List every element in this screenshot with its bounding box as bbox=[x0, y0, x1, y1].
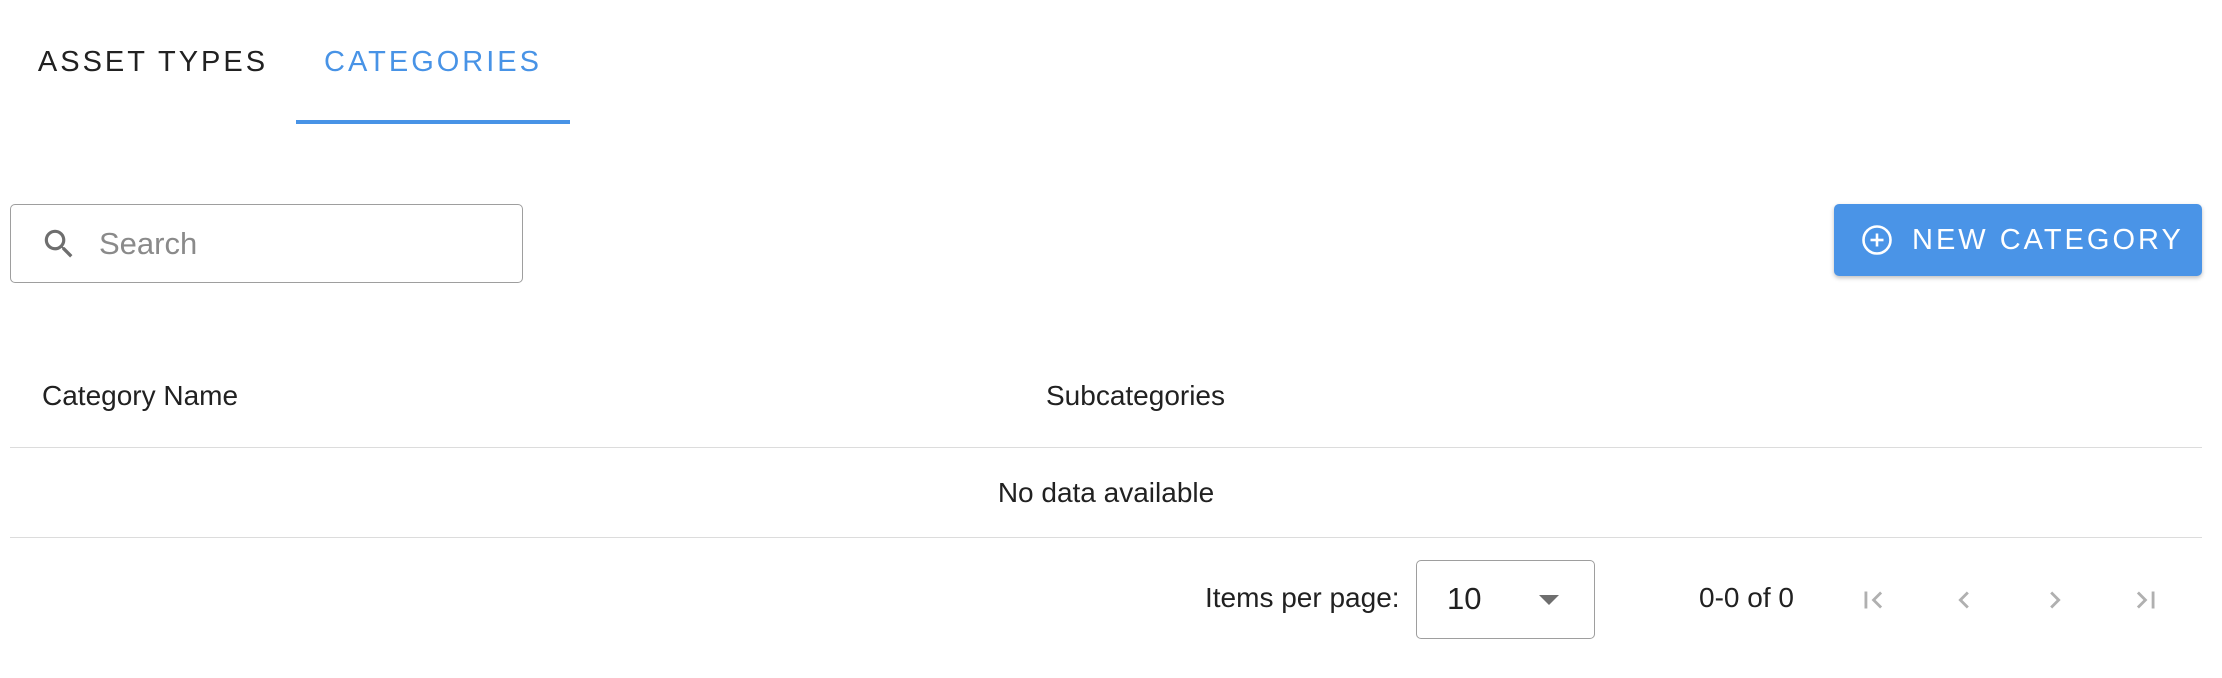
tab-categories-label: CATEGORIES bbox=[324, 45, 542, 78]
new-category-label: NEW CATEGORY bbox=[1912, 223, 2184, 256]
page-range-text: 0-0 of 0 bbox=[1699, 582, 1794, 613]
search-icon bbox=[39, 224, 79, 264]
items-per-page-select[interactable]: 10 bbox=[1416, 560, 1595, 639]
items-per-page-label: Items per page: bbox=[1205, 582, 1400, 613]
empty-message: No data available bbox=[997, 476, 1215, 508]
first-page-icon[interactable] bbox=[1853, 580, 1893, 620]
tab-asset-types[interactable]: ASSET TYPES bbox=[10, 0, 296, 124]
plus-circle-icon bbox=[1860, 223, 1894, 257]
tab-asset-types-label: ASSET TYPES bbox=[37, 45, 269, 78]
items-per-page-value: 10 bbox=[1447, 581, 1482, 616]
search-field[interactable] bbox=[10, 204, 523, 283]
next-page-icon[interactable] bbox=[2035, 580, 2075, 620]
previous-page-icon[interactable] bbox=[1944, 580, 1984, 620]
caret-down-icon bbox=[1539, 595, 1559, 605]
search-input[interactable] bbox=[97, 224, 501, 263]
column-header-category-name[interactable]: Category Name bbox=[42, 380, 238, 412]
tab-bar: ASSET TYPES CATEGORIES bbox=[10, 0, 570, 124]
new-category-button[interactable]: NEW CATEGORY bbox=[1834, 204, 2202, 276]
column-header-subcategories[interactable]: Subcategories bbox=[1046, 380, 1225, 412]
tab-categories[interactable]: CATEGORIES bbox=[296, 0, 570, 124]
table-empty-row: No data available bbox=[10, 448, 2202, 538]
table-header: Category Name Subcategories bbox=[10, 352, 2202, 448]
last-page-icon[interactable] bbox=[2126, 580, 2166, 620]
